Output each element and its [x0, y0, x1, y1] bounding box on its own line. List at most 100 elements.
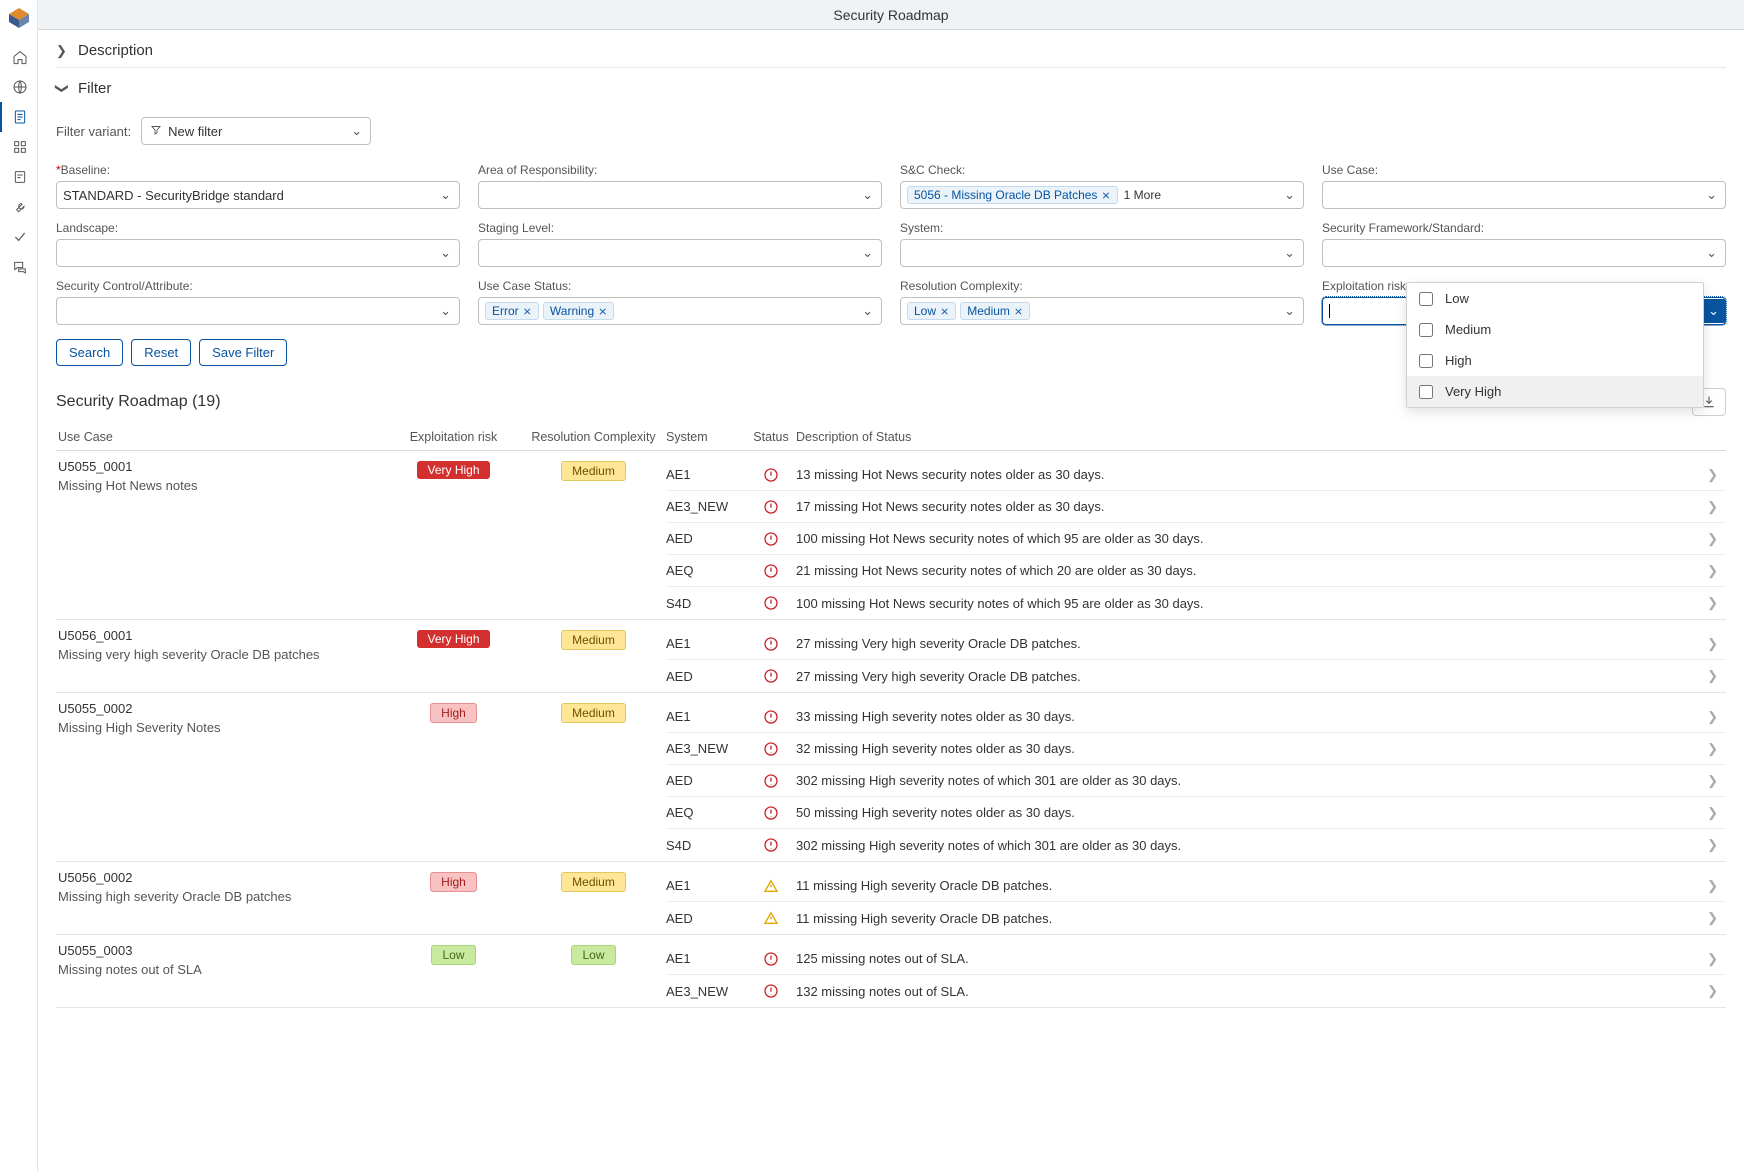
token[interactable]: Warning⨯: [543, 302, 614, 320]
table-group: U5056_0001 Missing very high severity Or…: [56, 620, 1726, 693]
document-icon[interactable]: [0, 102, 38, 132]
chevron-right-icon[interactable]: ❯: [1696, 878, 1726, 894]
close-icon[interactable]: ⨯: [523, 305, 532, 318]
rescomplex-select[interactable]: Low⨯ Medium⨯ ⌄: [900, 297, 1304, 325]
filter-variant-select[interactable]: New filter ⌄: [141, 117, 371, 145]
chevron-right-icon[interactable]: ❯: [1696, 773, 1726, 789]
detail-row[interactable]: AE1 27 missing Very high severity Oracle…: [666, 628, 1726, 660]
chevron-right-icon[interactable]: ❯: [1696, 805, 1726, 821]
chevron-right-icon[interactable]: ❯: [1696, 563, 1726, 579]
reset-button[interactable]: Reset: [131, 339, 191, 366]
status-icon: [746, 636, 796, 652]
detail-row[interactable]: AE1 33 missing High severity notes older…: [666, 701, 1726, 733]
chat-icon[interactable]: [0, 252, 38, 282]
detail-row[interactable]: AED 302 missing High severity notes of w…: [666, 765, 1726, 797]
chevron-right-icon[interactable]: ❯: [1696, 668, 1726, 684]
sccheck-select[interactable]: 5056 - Missing Oracle DB Patches⨯ 1 More…: [900, 181, 1304, 209]
area-select[interactable]: ⌄: [478, 181, 882, 209]
checkbox[interactable]: [1419, 323, 1433, 337]
chevron-right-icon[interactable]: ❯: [1696, 636, 1726, 652]
seccontrol-select[interactable]: ⌄: [56, 297, 460, 325]
chevron-right-icon[interactable]: ❯: [1696, 499, 1726, 515]
staging-label: Staging Level:: [478, 221, 882, 235]
usecase-cell: U5055_0003 Missing notes out of SLA: [56, 943, 386, 985]
table-group: U5055_0001 Missing Hot News notes Very H…: [56, 451, 1726, 620]
dropdown-option-high[interactable]: High: [1407, 345, 1703, 376]
usecase-cell: U5055_0002 Missing High Severity Notes: [56, 701, 386, 743]
checkbox[interactable]: [1419, 292, 1433, 306]
dropdown-option-veryhigh[interactable]: Very High: [1407, 376, 1703, 407]
description-section-toggle[interactable]: ❯ Description: [56, 30, 1726, 68]
chevron-right-icon[interactable]: ❯: [1696, 595, 1726, 611]
usecase-id: U5055_0003: [58, 943, 382, 958]
close-icon[interactable]: ⨯: [1101, 189, 1110, 202]
detail-row[interactable]: AED 27 missing Very high severity Oracle…: [666, 660, 1726, 692]
detail-row[interactable]: S4D 100 missing Hot News security notes …: [666, 587, 1726, 619]
token[interactable]: Error⨯: [485, 302, 539, 320]
globe-icon[interactable]: [0, 72, 38, 102]
exploitation-risk-dropdown[interactable]: Low Medium High Very High: [1406, 282, 1704, 408]
risk-badge: Low: [431, 945, 475, 965]
status-description: 100 missing Hot News security notes of w…: [796, 531, 1696, 546]
system-cell: AED: [666, 531, 746, 546]
resolution-badge: Medium: [561, 630, 626, 650]
wrench-icon[interactable]: [0, 192, 38, 222]
save-filter-button[interactable]: Save Filter: [199, 339, 287, 366]
dropdown-option-low[interactable]: Low: [1407, 283, 1703, 314]
detail-row[interactable]: AE1 13 missing Hot News security notes o…: [666, 459, 1726, 491]
dropdown-option-medium[interactable]: Medium: [1407, 314, 1703, 345]
status-icon: [746, 983, 796, 999]
funnel-icon: [150, 124, 162, 139]
filter-section-toggle[interactable]: ❯ Filter: [56, 68, 1726, 105]
detail-row[interactable]: AEQ 50 missing High severity notes older…: [666, 797, 1726, 829]
detail-row[interactable]: AED 11 missing High severity Oracle DB p…: [666, 902, 1726, 934]
chevron-right-icon[interactable]: ❯: [1696, 983, 1726, 999]
chevron-right-icon[interactable]: ❯: [1696, 531, 1726, 547]
checkbox[interactable]: [1419, 385, 1433, 399]
system-select[interactable]: ⌄: [900, 239, 1304, 267]
system-cell: S4D: [666, 838, 746, 853]
page-icon[interactable]: [0, 162, 38, 192]
system-cell: AE3_NEW: [666, 499, 746, 514]
chevron-right-icon[interactable]: ❯: [1696, 910, 1726, 926]
close-icon[interactable]: ⨯: [598, 305, 607, 318]
detail-row[interactable]: AE3_NEW 132 missing notes out of SLA. ❯: [666, 975, 1726, 1007]
staging-select[interactable]: ⌄: [478, 239, 882, 267]
detail-row[interactable]: AE1 125 missing notes out of SLA. ❯: [666, 943, 1726, 975]
chevron-right-icon[interactable]: ❯: [1696, 709, 1726, 725]
close-icon[interactable]: ⨯: [940, 305, 949, 318]
status-icon: [746, 709, 796, 725]
token[interactable]: Medium⨯: [960, 302, 1030, 320]
detail-row[interactable]: AE1 11 missing High severity Oracle DB p…: [666, 870, 1726, 902]
detail-row[interactable]: AED 100 missing Hot News security notes …: [666, 523, 1726, 555]
chevron-right-icon[interactable]: ❯: [1696, 741, 1726, 757]
chevron-right-icon[interactable]: ❯: [1696, 951, 1726, 967]
token[interactable]: 5056 - Missing Oracle DB Patches⨯: [907, 186, 1118, 204]
chevron-right-icon[interactable]: ❯: [1696, 467, 1726, 483]
framework-select[interactable]: ⌄: [1322, 239, 1726, 267]
landscape-label: Landscape:: [56, 221, 460, 235]
ucstatus-select[interactable]: Error⨯ Warning⨯ ⌄: [478, 297, 882, 325]
grid-icon[interactable]: [0, 132, 38, 162]
detail-row[interactable]: AE3_NEW 32 missing High severity notes o…: [666, 733, 1726, 765]
detail-row[interactable]: S4D 302 missing High severity notes of w…: [666, 829, 1726, 861]
status-icon: [746, 467, 796, 483]
home-icon[interactable]: [0, 42, 38, 72]
status-icon: [746, 531, 796, 547]
checkbox[interactable]: [1419, 354, 1433, 368]
landscape-select[interactable]: ⌄: [56, 239, 460, 267]
baseline-select[interactable]: STANDARD - SecurityBridge standard⌄: [56, 181, 460, 209]
status-description: 11 missing High severity Oracle DB patch…: [796, 911, 1696, 926]
detail-row[interactable]: AE3_NEW 17 missing Hot News security not…: [666, 491, 1726, 523]
check-icon[interactable]: [0, 222, 38, 252]
token[interactable]: Low⨯: [907, 302, 956, 320]
detail-row[interactable]: AEQ 21 missing Hot News security notes o…: [666, 555, 1726, 587]
search-button[interactable]: Search: [56, 339, 123, 366]
close-icon[interactable]: ⨯: [1014, 305, 1023, 318]
resolution-badge: Medium: [561, 461, 626, 481]
usecase-cell: U5055_0001 Missing Hot News notes: [56, 459, 386, 501]
usecase-title: Missing Hot News notes: [58, 478, 382, 493]
usecase-select[interactable]: ⌄: [1322, 181, 1726, 209]
usecase-title: Missing high severity Oracle DB patches: [58, 889, 382, 904]
chevron-right-icon[interactable]: ❯: [1696, 837, 1726, 853]
